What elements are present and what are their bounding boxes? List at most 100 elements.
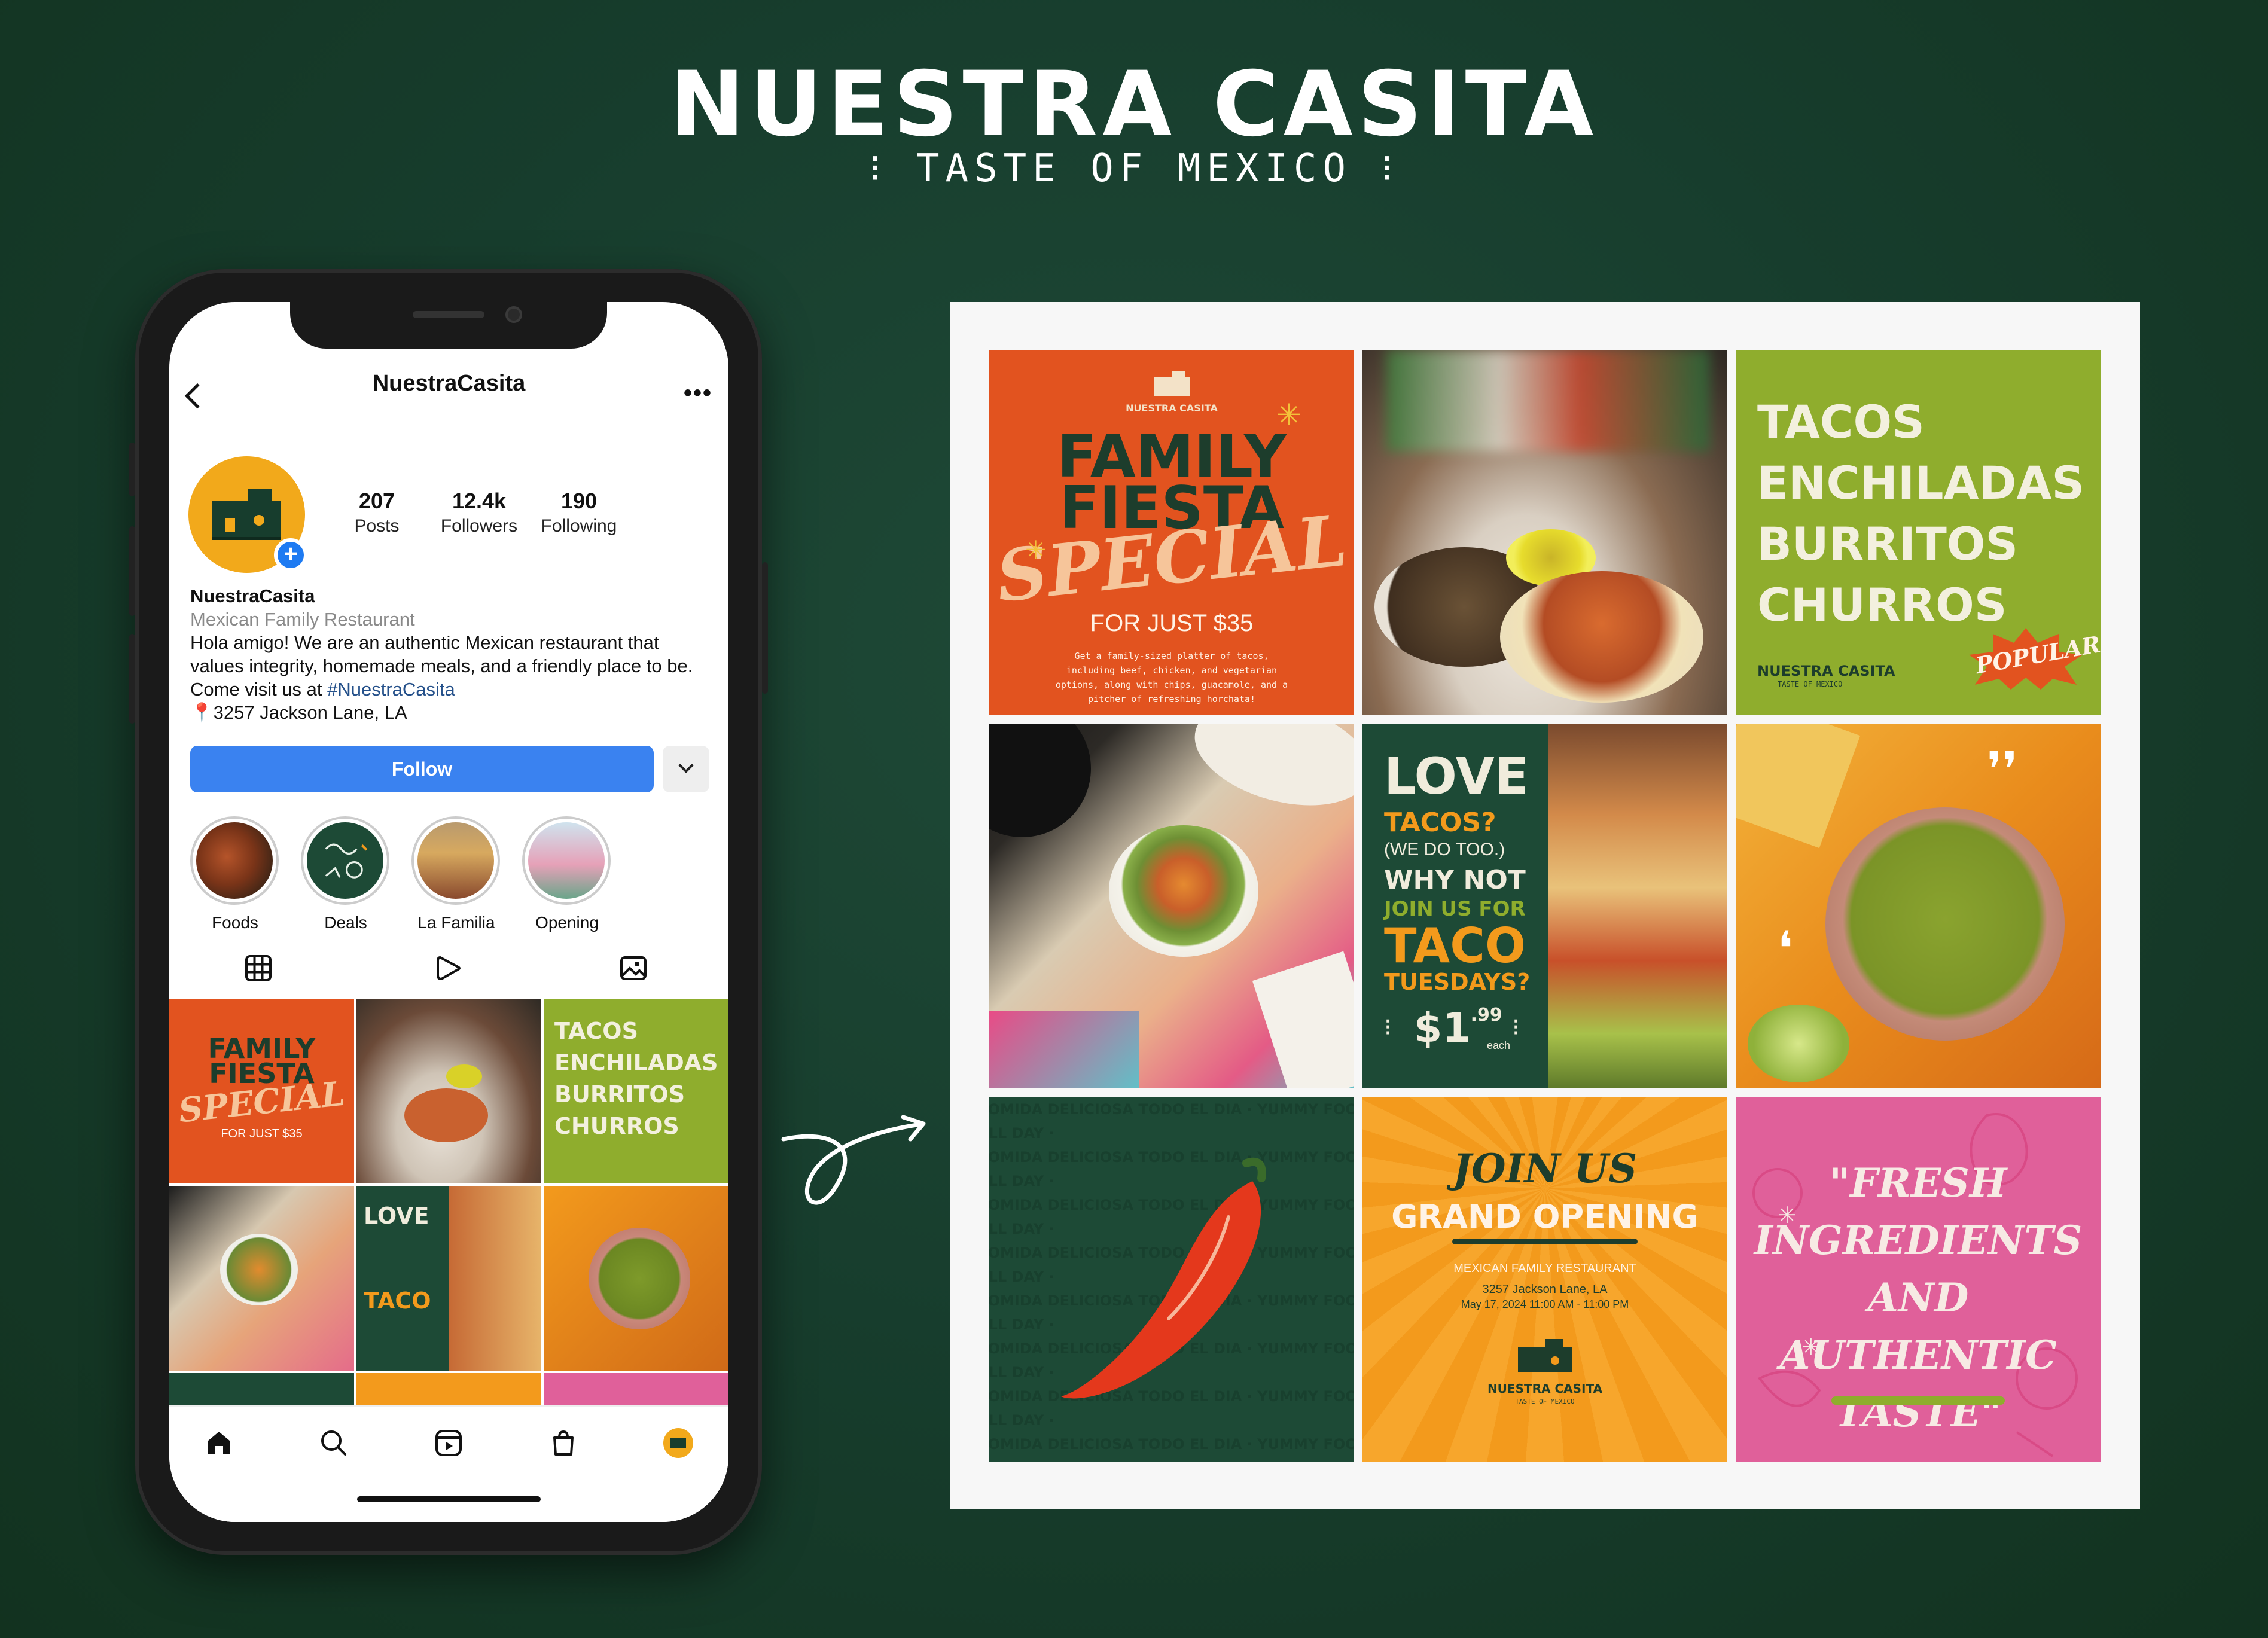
bottom-navbar [169,1405,728,1522]
lime-image [1748,1005,1849,1082]
post-menu-list-large[interactable]: TACOS ENCHILADAS BURRITOS CHURROS NUESTR… [1736,350,2101,715]
pin-icon: 📍 [190,702,214,723]
follow-button[interactable]: Follow [190,746,654,792]
phone-volume-down-button [129,634,135,724]
post-taco-tuesdays-large[interactable]: LOVE TACOS? (WE DO TOO.) WHY NOT JOIN US… [1362,724,1727,1088]
price-each: each [1487,1039,1511,1051]
post-guacamole-photo[interactable] [544,1186,728,1371]
post-brand-text: NUESTRA CASITA [1757,663,1895,679]
tagged-tab-icon[interactable] [619,954,648,983]
phone-notch [290,302,607,349]
highlight-foods[interactable]: Foods [190,816,280,932]
guacamole-bowl-image [589,1228,690,1329]
post-text: JOIN US FOR [1384,897,1526,921]
grid-tab-icon[interactable] [244,954,273,983]
profile-post-grid: FAMILY FIESTA SPECIAL FOR JUST $35 TACOS… [169,999,728,1405]
instagram-screen: NuestraCasita ••• + 207 Posts 12.4k Foll… [169,302,728,1522]
highlight-label: Deals [324,913,367,932]
shop-icon[interactable] [548,1428,578,1458]
casita-logo-icon [670,1438,686,1448]
profile-username-title: NuestraCasita [372,371,526,396]
post-text: FOR JUST $35 [221,1127,303,1140]
taco-right-image [1500,571,1703,703]
reels-tab-icon[interactable] [434,954,463,983]
stat-following-label: Following [541,516,617,536]
post-taco-tuesdays[interactable]: LOVE TACO [356,1186,541,1371]
profile-bio: NuestraCasita Mexican Family Restaurant … [190,584,717,724]
post-quote-large[interactable]: "FRESH INGREDIENTS AND AUTHENTIC TASTE" … [1736,1097,2101,1462]
sparkle-icon: ✳ [1778,1203,1797,1228]
post-text: LOVE [1384,747,1529,806]
stat-followers[interactable]: 12.4k Followers [428,489,530,536]
post-pattern[interactable] [169,1373,354,1405]
salad-bowl-image [1109,825,1258,957]
quote-line: TASTE" [1834,1389,2002,1436]
post-family-fiesta-large[interactable]: NUESTRA CASITA FAMILY FIESTA SPECIAL FOR… [989,350,1354,715]
bio-hashtag-link[interactable]: #NuestraCasita [327,679,455,700]
home-icon[interactable] [204,1428,234,1458]
pattern-line: COMIDA DELICIOSA TODO EL DIA · YUMMY FOO… [989,1101,1354,1142]
post-text: TACO [1384,918,1526,974]
brand-subtitle: ⁝ TASTE OF MEXICO ⁝ [0,147,2268,191]
post-text: (WE DO TOO.) [1384,840,1505,859]
casita-logo-icon [212,489,281,540]
post-bowl-photo-large[interactable] [989,724,1354,1088]
salsa-bowl-image [446,1064,482,1088]
reels-icon[interactable] [434,1428,464,1458]
post-text: TACOS? [1384,807,1496,838]
taco-image [404,1088,488,1142]
search-icon[interactable] [319,1428,349,1458]
more-options-icon[interactable]: ••• [684,380,712,407]
salad-bowl-image [220,1234,298,1305]
tortilla-chips-image [1736,724,1861,849]
popular-badge: POPULAR! [1963,625,2101,691]
post-guacamole-photo-large[interactable]: ❜❜ ❛ [1736,724,2101,1088]
profile-avatar-icon[interactable] [663,1428,693,1458]
brand-title: NUESTRA CASITA [669,53,1599,157]
stat-following[interactable]: 190 Following [528,489,630,536]
post-menu-list[interactable]: TACOS ENCHILADAS BURRITOS CHURROS [544,999,728,1183]
guitar-image [1183,724,1354,823]
chevron-down-icon [678,758,694,773]
price-cents: .99 [1470,1005,1502,1026]
menu-item: TACOS [1757,395,1925,449]
phone-mute-button [129,443,135,496]
highlight-opening-image [528,822,605,899]
post-text: GRAND OPENING [1391,1198,1699,1236]
sparkle-icon: ⁝ [1512,1014,1520,1041]
highlight-la-familia[interactable]: La Familia [411,816,501,932]
post-pattern-large[interactable]: COMIDA DELICIOSA TODO EL DIA · YUMMY FOO… [989,1097,1354,1462]
post-bowl-photo[interactable] [169,1186,354,1371]
post-grand-opening-large[interactable]: JOIN US GRAND OPENING MEXICAN FAMILY RES… [1362,1097,1727,1462]
takeout-box-image [1252,951,1354,1088]
stat-posts[interactable]: 207 Posts [326,489,428,536]
vinyl-record-image [989,724,1091,837]
flag-background-image [1386,350,1709,452]
post-text: TUESDAYS? [1384,969,1531,995]
highlight-opening[interactable]: Opening [522,816,612,932]
suggested-dropdown-button[interactable] [663,746,709,792]
add-story-plus-icon[interactable]: + [274,538,307,572]
stat-following-value: 190 [560,489,598,513]
post-text: FOR JUST $35 [1090,610,1254,636]
underline-stroke [1452,1239,1638,1244]
phone-power-button [762,562,768,694]
post-quote[interactable] [544,1373,728,1405]
phone-volume-up-button [129,526,135,616]
profile-bio-text: Hola amigo! We are an authentic Mexican … [190,631,717,701]
sparkle-icon: ✳ [1025,536,1047,564]
post-text: Get a family-sized platter of tacos, inc… [1055,651,1288,704]
post-tacos-photo-large[interactable] [1362,350,1727,715]
swirl-arrow-icon [781,1115,926,1205]
highlight-deals[interactable]: Deals [301,816,391,932]
highlight-la-familia-image [417,822,494,899]
quote-line: AND AUTHENTIC [1779,1274,2057,1378]
home-indicator [357,1496,541,1502]
highlight-label: La Familia [417,913,495,932]
stat-posts-value: 207 [358,489,395,513]
stat-followers-value: 12.4k [452,489,507,513]
post-family-fiesta[interactable]: FAMILY FIESTA SPECIAL FOR JUST $35 [169,999,354,1183]
post-tacos-photo[interactable] [356,999,541,1183]
guacamole-bowl-image [1825,807,2065,1041]
post-grand-opening[interactable] [356,1373,541,1405]
